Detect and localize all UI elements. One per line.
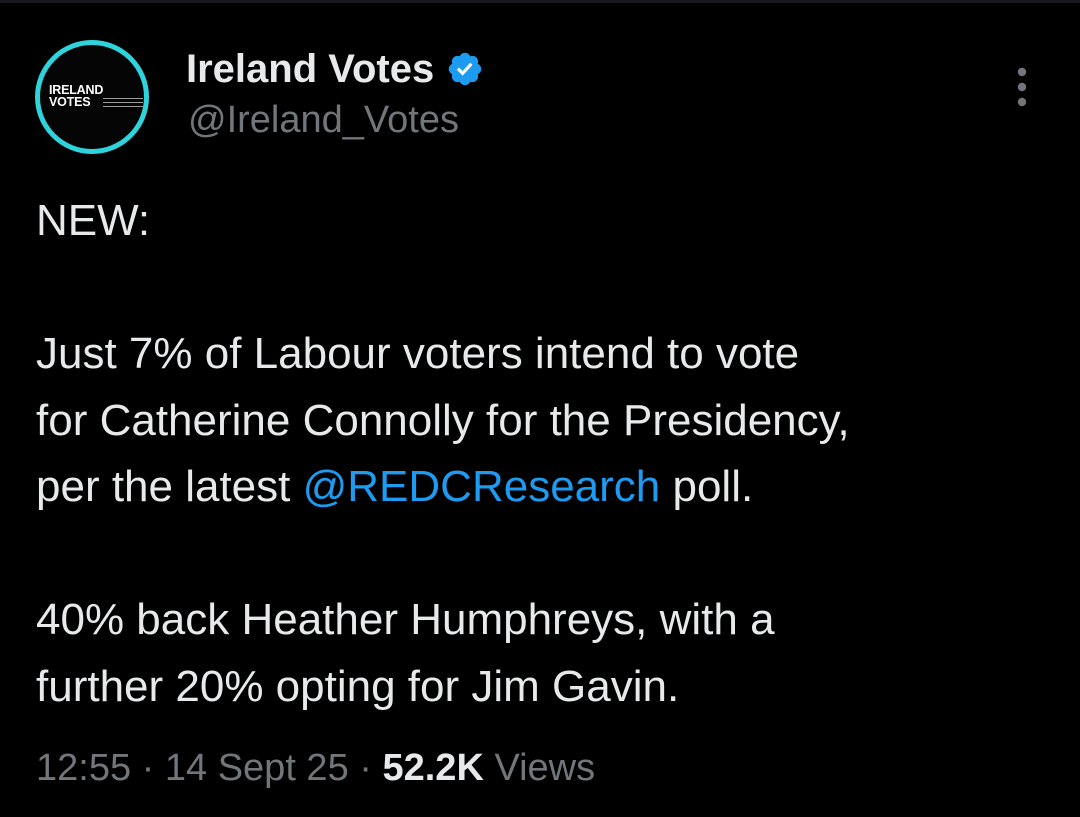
meta-separator: · (348, 747, 383, 789)
avatar[interactable]: IRELAND VOTES (35, 40, 149, 154)
tweet-line-with-mention: per the latest @REDCResearch poll. (36, 454, 1056, 521)
views-label: Views (483, 747, 596, 789)
author-handle[interactable]: @Ireland_Votes (188, 96, 459, 144)
more-options-icon[interactable] (1010, 66, 1034, 108)
mention-link[interactable]: @REDCResearch (303, 462, 661, 511)
tweet-text: NEW: Just 7% of Labour voters intend to … (36, 188, 1056, 720)
tweet-line: NEW: (36, 196, 151, 245)
avatar-logo-text: IRELAND VOTES (49, 83, 104, 109)
meta-separator: · (131, 747, 165, 789)
display-name[interactable]: Ireland Votes (186, 45, 434, 93)
tweet-line: 40% back Heather Humphreys, with a (36, 595, 775, 644)
tweet-time[interactable]: 12:55 (36, 747, 131, 789)
tweet-text-fragment: poll. (660, 462, 754, 511)
views-count[interactable]: 52.2K (382, 747, 483, 789)
tweet-text-fragment: per the latest (36, 462, 303, 511)
tweet-line: Just 7% of Labour voters intend to vote (36, 329, 800, 378)
tweet-line: further 20% opting for Jim Gavin. (36, 661, 680, 711)
top-divider (0, 0, 1080, 3)
tweet-meta: 12:55 · 14 Sept 25 · 52.2K Views (36, 742, 595, 794)
tweet-line: for Catherine Connolly for the Presidenc… (36, 395, 850, 445)
tweet-date[interactable]: 14 Sept 25 (165, 747, 349, 789)
avatar-logo-tagline (103, 98, 143, 110)
author-name-row: Ireland Votes (186, 44, 484, 94)
verified-badge-icon[interactable] (446, 50, 484, 88)
